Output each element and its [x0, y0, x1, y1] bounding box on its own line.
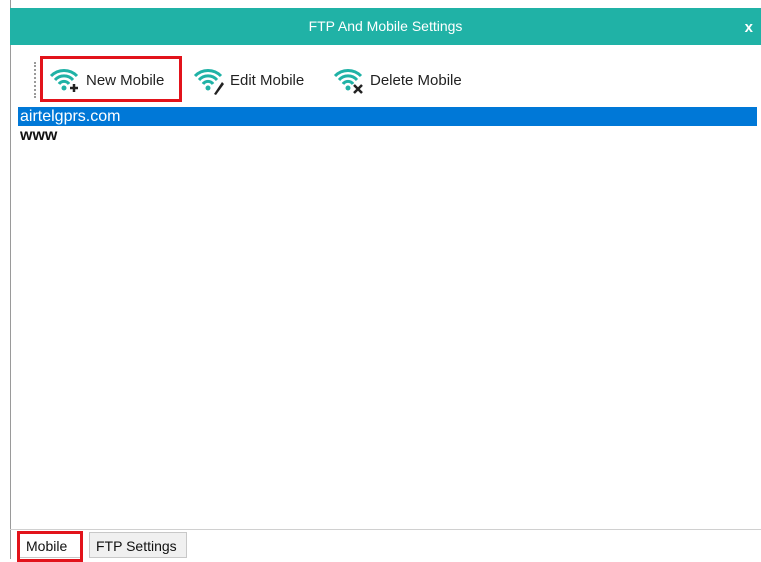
toolbar: New Mobile Edit Mobile Delete Mobile: [10, 56, 761, 104]
close-button[interactable]: x: [745, 20, 753, 36]
tab-ftp-settings[interactable]: FTP Settings: [89, 532, 187, 558]
tab-ftp-settings-label: FTP Settings: [96, 538, 177, 554]
tab-strip: Mobile FTP Settings: [10, 529, 761, 562]
delete-mobile-button[interactable]: Delete Mobile: [332, 62, 462, 98]
mobile-list[interactable]: airtelgprs.com www: [18, 107, 757, 527]
new-mobile-button[interactable]: New Mobile: [40, 56, 182, 102]
title-bar: FTP And Mobile Settings x: [10, 8, 761, 45]
new-mobile-label: New Mobile: [86, 71, 165, 89]
tab-mobile[interactable]: Mobile: [17, 531, 83, 562]
delete-mobile-label: Delete Mobile: [370, 71, 462, 89]
edit-mobile-button[interactable]: Edit Mobile: [192, 62, 304, 98]
edit-mobile-label: Edit Mobile: [230, 71, 305, 89]
wifi-add-icon: [49, 69, 79, 92]
tab-mobile-label: Mobile: [26, 538, 68, 554]
list-item[interactable]: www: [18, 126, 757, 145]
window-title: FTP And Mobile Settings: [308, 18, 463, 34]
toolbar-grip[interactable]: [34, 62, 38, 98]
list-item[interactable]: airtelgprs.com: [18, 107, 757, 126]
wifi-delete-icon: [333, 69, 363, 94]
wifi-edit-icon: [193, 69, 224, 95]
